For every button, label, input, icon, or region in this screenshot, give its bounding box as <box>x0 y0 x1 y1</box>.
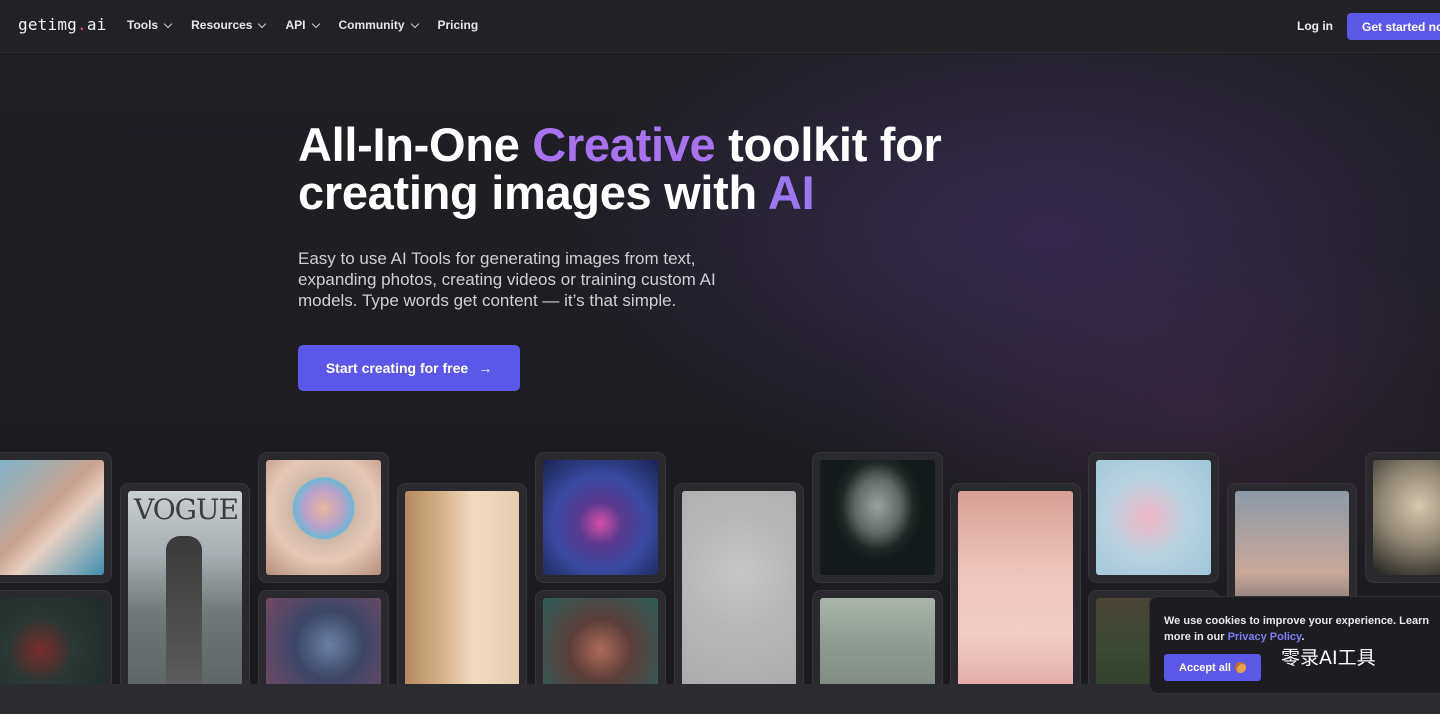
chevron-down-icon <box>258 19 267 28</box>
gallery-image-glass-sphere[interactable] <box>258 452 389 583</box>
chevron-down-icon <box>311 19 320 28</box>
chevron-down-icon <box>163 19 173 28</box>
nav-item-community[interactable]: Community <box>339 18 419 32</box>
start-creating-button[interactable]: Start creating for free → <box>298 345 520 391</box>
nav-item-tools[interactable]: Tools <box>127 18 173 32</box>
watermark: 零录AI工具 <box>1281 647 1376 669</box>
logo-text: getimg <box>18 15 77 34</box>
gallery-image-vogue[interactable]: VOGUE <box>120 483 250 703</box>
hero-subtitle: Easy to use AI Tools for generating imag… <box>298 249 716 310</box>
chevron-down-icon <box>410 19 419 28</box>
headline-accent-creative: Creative <box>532 118 716 171</box>
get-started-button[interactable]: Get started now <box>1347 13 1440 40</box>
nav-item-resources[interactable]: Resources <box>191 18 267 32</box>
top-navbar: getimg.ai Tools Resources API Community … <box>0 0 1440 53</box>
gallery-image-statue[interactable] <box>1365 452 1440 583</box>
gallery-image-sketch-head[interactable] <box>674 483 804 703</box>
nav-item-pricing[interactable]: Pricing <box>438 18 479 32</box>
cookie-text: We use cookies to improve your experienc… <box>1164 615 1430 643</box>
gallery-image-glass-runner[interactable] <box>1088 452 1219 583</box>
privacy-policy-link[interactable]: Privacy Policy <box>1228 631 1302 643</box>
hero-headline: All-In-One Creative toolkit for creating… <box>298 118 942 219</box>
gallery-image-face-blue[interactable] <box>0 452 112 583</box>
gallery-image-cyber-heart[interactable] <box>535 452 666 583</box>
nav-menu: Tools Resources API Community Pricing <box>127 18 498 32</box>
gallery-image-pink-room[interactable] <box>950 483 1081 703</box>
headline-accent-ai: AI <box>767 166 815 219</box>
cookie-icon <box>1234 662 1246 673</box>
accept-all-button[interactable]: Accept all <box>1164 654 1261 681</box>
login-link[interactable]: Log in <box>1297 19 1333 33</box>
arrow-right-icon: → <box>478 360 493 376</box>
gallery-image-interior[interactable] <box>397 483 527 703</box>
logo-dot: . <box>77 15 87 34</box>
vogue-title: VOGUE <box>134 493 239 526</box>
nav-item-api[interactable]: API <box>285 18 320 32</box>
gallery-image-alien[interactable] <box>812 452 943 583</box>
logo[interactable]: getimg.ai <box>18 15 107 34</box>
logo-tld: ai <box>86 15 107 34</box>
